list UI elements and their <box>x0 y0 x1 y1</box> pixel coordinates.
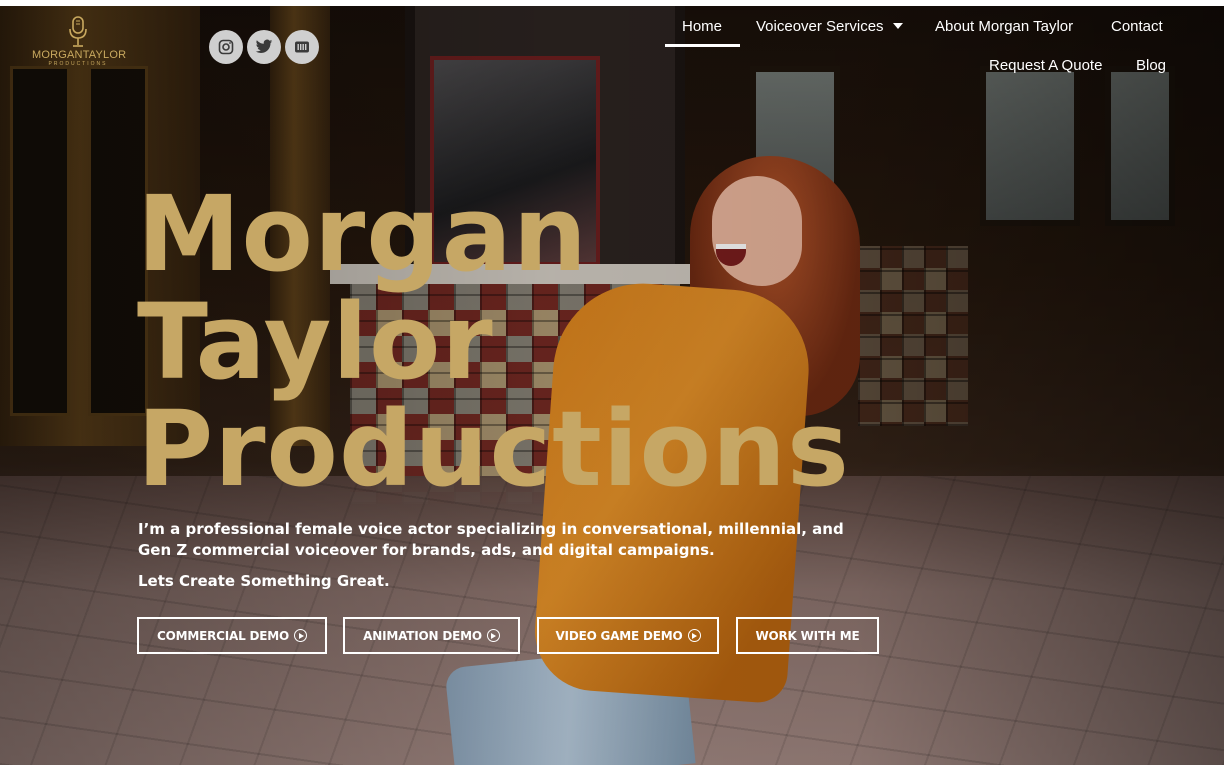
hero-subline: Lets Create Something Great. <box>138 572 390 590</box>
imdb-icon <box>295 41 309 53</box>
hero-tagline: I’m a professional female voice actor sp… <box>138 520 844 559</box>
hero-title-line-1: Morgan <box>137 173 588 295</box>
twitter-link[interactable] <box>247 30 281 64</box>
play-icon <box>486 629 500 642</box>
microphone-icon <box>69 16 87 47</box>
animation-demo-label: ANIMATION DEMO <box>363 628 482 643</box>
instagram-link[interactable] <box>209 30 243 64</box>
hero-title-line-3: Productions <box>137 388 850 510</box>
commercial-demo-label: COMMERCIAL DEMO <box>156 628 289 643</box>
commercial-demo-button[interactable]: COMMERCIAL DEMO <box>137 617 327 654</box>
nav-home[interactable]: Home <box>682 18 722 35</box>
nav-active-indicator <box>665 44 740 47</box>
hero-title-line-2: Taylor <box>137 281 494 403</box>
nav-voiceover-services-label: Voiceover Services <box>756 18 884 35</box>
video-game-demo-label: VIDEO GAME DEMO <box>555 628 683 643</box>
logo-subtext: PRODUCTIONS <box>48 61 108 67</box>
nav-voiceover-services[interactable]: Voiceover Services <box>756 18 903 35</box>
instagram-icon <box>218 39 234 55</box>
video-game-demo-button[interactable]: VIDEO GAME DEMO <box>537 617 719 654</box>
logo-text: MORGANTAYLOR <box>32 49 127 61</box>
nav-blog[interactable]: Blog <box>1136 57 1166 74</box>
caret-down-icon <box>892 23 903 29</box>
work-with-me-label: WORK WITH ME <box>755 628 860 643</box>
play-icon <box>687 629 701 642</box>
twitter-icon <box>255 39 273 54</box>
work-with-me-button[interactable]: WORK WITH ME <box>736 617 879 654</box>
imdb-link[interactable] <box>285 30 319 64</box>
play-icon <box>294 629 307 642</box>
nav-contact[interactable]: Contact <box>1111 18 1163 35</box>
nav-about[interactable]: About Morgan Taylor <box>935 18 1073 35</box>
site-logo[interactable]: MORGANTAYLOR PRODUCTIONS <box>32 16 127 76</box>
nav-request-quote[interactable]: Request A Quote <box>989 57 1102 74</box>
animation-demo-button[interactable]: ANIMATION DEMO <box>343 617 520 654</box>
